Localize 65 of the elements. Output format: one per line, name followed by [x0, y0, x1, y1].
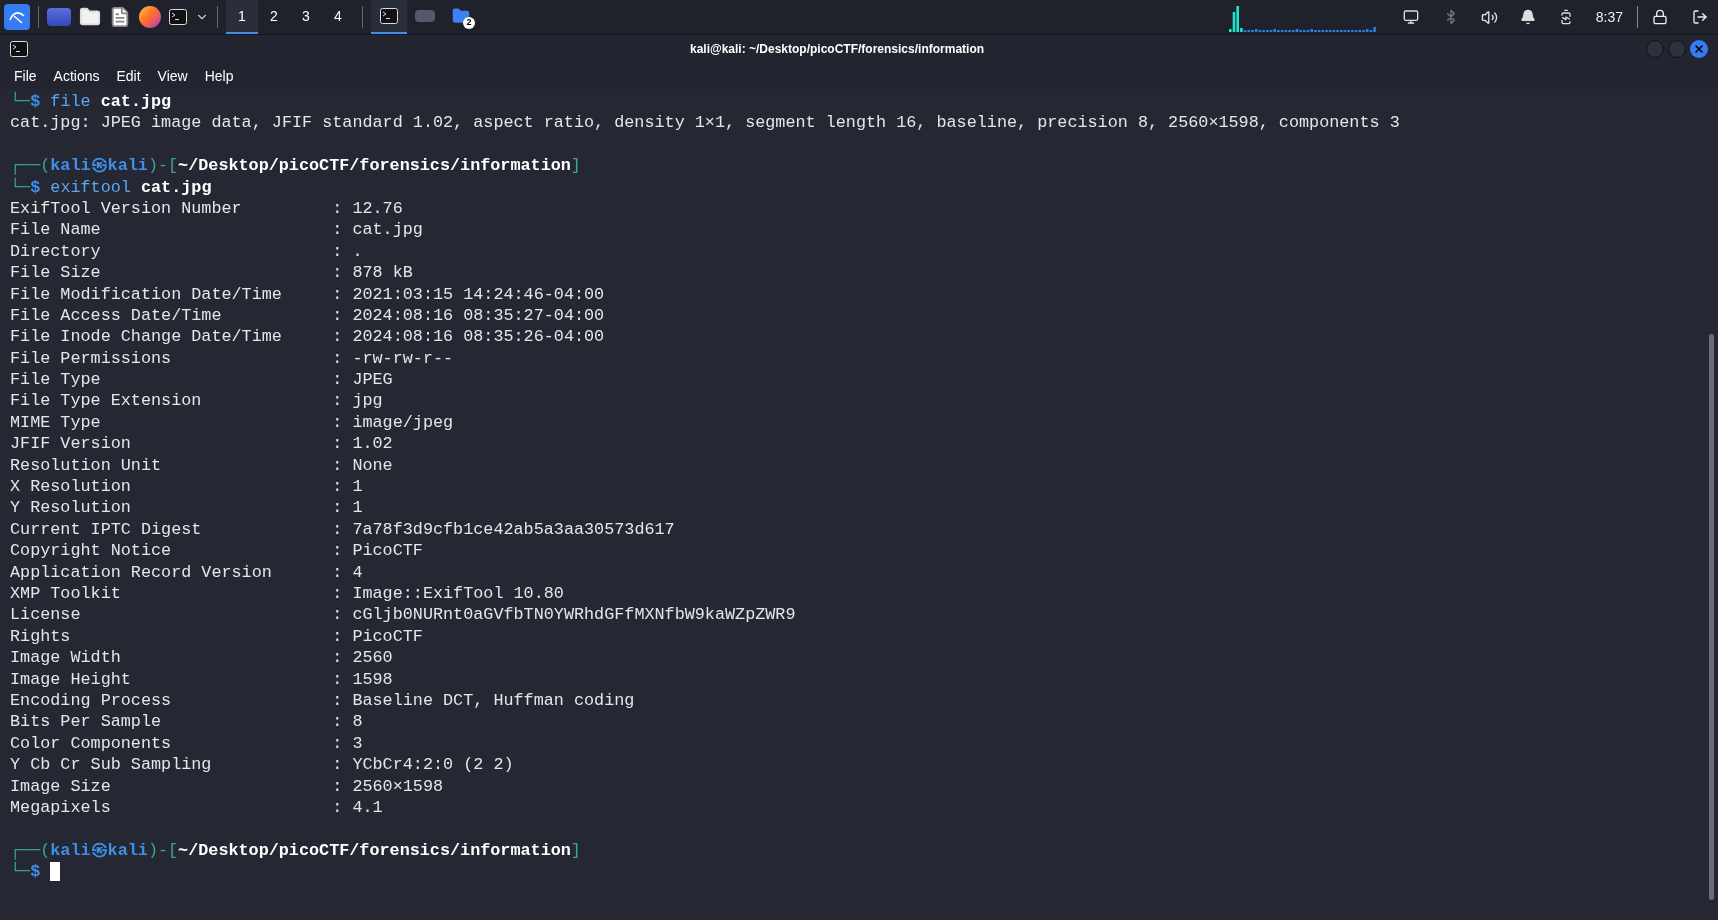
taskbar-window-button[interactable] [371, 0, 407, 34]
terminal-line: MIME Type : image/jpeg [10, 411, 455, 434]
terminal-line: JFIF Version : 1.02 [10, 433, 394, 455]
terminal-icon[interactable] [380, 8, 398, 24]
terminal-line: ┌──(kali㉿kali)-[~/Desktop/picoCTF/forensics/information] [10, 155, 581, 177]
terminal-line: File Name : cat.jpg [10, 219, 424, 241]
volume-icon[interactable] [1480, 8, 1498, 26]
terminal-line: Encoding Process : Baseline DCT, Huffman coding [10, 689, 636, 712]
close-button[interactable] [1690, 40, 1708, 58]
terminal-line: Current IPTC Digest : 7a78f3d9cfb1ce42ab5a3aa30573d617 [10, 518, 676, 541]
terminal-line: File Size : 878 kB [10, 262, 414, 284]
terminal-line: Image Height : 1598 [10, 668, 394, 690]
terminal-line: Directory : . [10, 240, 364, 263]
logout-icon[interactable] [1692, 9, 1708, 25]
terminal-line: Image Width : 2560 [10, 647, 394, 669]
notifications-icon[interactable] [1519, 9, 1536, 25]
terminal-line: Image Size : 2560×1598 [10, 775, 445, 797]
taskbar-window-button[interactable]: 2 [443, 0, 479, 34]
menu-item[interactable]: Help [196, 65, 242, 87]
desktop-icon[interactable] [47, 8, 71, 26]
clock[interactable]: 8:37 [1595, 6, 1623, 28]
menu-item[interactable]: View [149, 65, 196, 87]
close-icon [1693, 43, 1705, 55]
count-badge: 2 [463, 17, 475, 29]
terminal-line: XMP Toolkit : Image::ExifTool 10.80 [10, 583, 565, 605]
menu-item[interactable]: File [6, 65, 45, 87]
terminal-line: X Resolution : 1 [10, 476, 364, 498]
terminal-line: File Type : JPEG [10, 369, 394, 391]
workspace-button[interactable]: 3 [290, 0, 322, 34]
folder-icon[interactable] [452, 7, 470, 25]
workspace-button[interactable]: 4 [322, 0, 354, 34]
folder-icon[interactable] [79, 6, 101, 28]
window-title: kali@kali: ~/Desktop/picoCTF/forensics/information [688, 41, 986, 58]
terminal-line: Color Components : 3 [10, 732, 364, 755]
prompt-line: └─$ [10, 861, 42, 883]
terminal-line: Megapixels : 4.1 [10, 796, 384, 819]
terminal-icon[interactable] [169, 9, 187, 25]
terminal-line: cat.jpg: JPEG image data, JFIF standard 1.02, aspect ratio, density 1×1, segment length 16, baseline, precision 8, 2560×1598, components 3 [10, 112, 1400, 134]
terminal-line: Copyright Notice : PicoCTF [10, 540, 424, 562]
terminal-line: File Inode Change Date/Time : 2024:08:16 08:35:26-04:00 [10, 326, 606, 348]
terminal-line: File Modification Date/Time : 2021:03:15 14:24:46-04:00 [10, 283, 606, 305]
terminal-line: Resolution Unit : None [10, 454, 394, 477]
workspace-button[interactable]: 1 [226, 0, 258, 34]
terminal-line: Application Record Version : 4 [10, 561, 364, 583]
text-editor-icon[interactable] [109, 6, 131, 28]
terminal-line: File Type Extension : jpg [10, 390, 384, 412]
terminal-line: └─$ file cat.jpg [10, 91, 172, 113]
terminal-line: Bits Per Sample : 8 [10, 711, 364, 733]
menu-item[interactable]: Edit [108, 65, 149, 87]
terminal-line: Y Resolution : 1 [10, 497, 364, 519]
terminal-line: Y Cb Cr Sub Sampling : YCbCr4:2:0 (2 2) [10, 754, 515, 776]
terminal-icon[interactable] [10, 41, 28, 57]
terminal-line: License : cGljb0NURnt0aGVfbTN0YWRhdGFfMXNfbW9kaWZpZWR9 [10, 604, 797, 626]
terminal-line: Rights : PicoCTF [10, 625, 424, 648]
terminal-line: └─$ exiftool cat.jpg [10, 176, 212, 198]
terminal-line: File Permissions : -rw-rw-r-- [10, 347, 455, 370]
lock-icon[interactable] [1652, 9, 1668, 25]
image-thumbnail-icon[interactable] [415, 10, 435, 22]
scrollbar-thumb[interactable] [1708, 334, 1714, 900]
terminal-line: ┌──(kali㉿kali)-[~/Desktop/picoCTF/forensics/information] [10, 839, 581, 861]
network-icon[interactable] [1402, 9, 1419, 25]
terminal-line: ExifTool Version Number : 12.76 [10, 197, 404, 220]
menu-item[interactable]: Actions [45, 65, 108, 87]
workspace-button[interactable]: 2 [258, 0, 290, 34]
terminal-line: File Access Date/Time : 2024:08:16 08:35:27-04:00 [10, 304, 606, 327]
